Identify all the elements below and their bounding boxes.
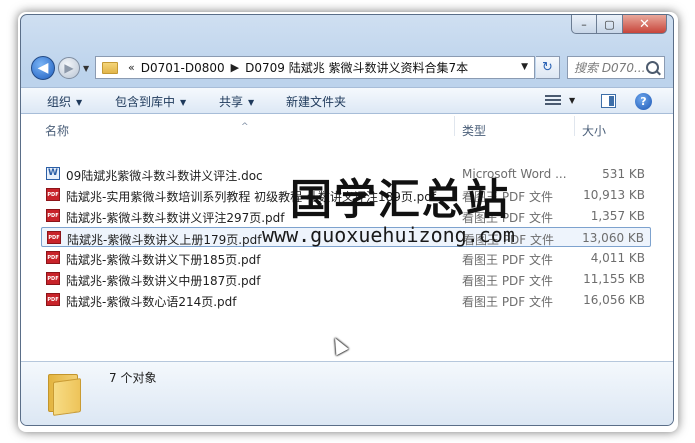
watermark-url: www.guoxuehuizong.com [262,223,515,247]
pdf-icon [46,251,60,264]
caption-buttons: – ▢ ✕ [571,15,667,35]
file-name: 陆斌兆-紫微斗数斗数讲义评注297页.pdf [66,211,285,225]
file-row[interactable]: 陆斌兆-紫微斗数心语214页.pdf 看图王 PDF 文件 16,056 KB [41,290,651,310]
back-arrow-icon: ◀ [37,60,49,76]
chevron-down-icon: ▼ [248,98,255,107]
view-options-dropdown[interactable]: ▼ [569,96,575,105]
file-name: 陆斌兆-紫微斗数心语214页.pdf [66,295,237,309]
forward-button[interactable]: ▶ [58,57,80,79]
column-header-type[interactable]: 类型 [462,122,486,139]
command-bar: 组织 ▼ 包含到库中 ▼ 共享 ▼ 新建文件夹 ▼ ? [21,87,673,114]
sort-ascending-icon: ^ [241,122,249,132]
search-box[interactable] [567,56,665,79]
share-label: 共享 [219,95,244,109]
file-size: 4,011 KB [590,251,645,265]
file-type: 看图王 PDF 文件 [462,253,554,267]
preview-pane-icon[interactable] [601,94,616,108]
breadcrumb-overflow[interactable]: « [128,61,135,74]
change-view-icon[interactable] [545,94,561,107]
close-button[interactable]: ✕ [623,15,667,34]
recent-pages-dropdown[interactable]: ▼ [83,64,89,73]
breadcrumb-separator[interactable]: ▶ [231,61,239,74]
column-header-size[interactable]: 大小 [582,122,606,139]
breadcrumb-segment[interactable]: D0709 陆斌兆 紫微斗数讲义资料合集7本 [245,59,468,76]
file-type: 看图王 PDF 文件 [462,295,554,309]
file-name: 09陆斌兆紫微斗数斗数讲义评注.doc [66,169,263,183]
organize-menu[interactable]: 组织 ▼ [47,93,82,110]
file-name: 陆斌兆-紫微斗数讲义上册179页.pdf [67,233,262,247]
refresh-button[interactable]: ↻ [536,56,560,79]
word-doc-icon [46,167,60,180]
address-bar[interactable]: « D0701-D0800 ▶ D0709 陆斌兆 紫微斗数讲义资料合集7本 ▼ [95,56,535,79]
file-row[interactable]: 陆斌兆-紫微斗数讲义中册187页.pdf 看图王 PDF 文件 11,155 K… [41,269,651,289]
search-input[interactable] [574,60,644,75]
share-menu[interactable]: 共享 ▼ [219,93,254,110]
address-dropdown[interactable]: ▼ [521,62,528,72]
maximize-button[interactable]: ▢ [597,15,623,34]
column-headers: ^ 名称 类型 大小 [21,114,673,138]
column-header-name[interactable]: 名称 [45,122,69,139]
include-in-library-menu[interactable]: 包含到库中 ▼ [115,93,186,110]
breadcrumb-segment[interactable]: D0701-D0800 [141,61,225,75]
organize-label: 组织 [47,95,72,109]
file-size: 531 KB [602,167,645,181]
navigation-bar: ◀ ▶ ▼ « D0701-D0800 ▶ D0709 陆斌兆 紫微斗数讲义资料… [29,54,665,82]
help-icon[interactable]: ? [635,93,652,110]
column-divider[interactable] [454,116,455,136]
column-divider[interactable] [574,116,575,136]
watermark-title: 国学汇总站 [290,175,511,224]
pdf-icon [46,272,60,285]
pdf-icon [46,209,60,222]
folder-icon [48,372,82,416]
minimize-button[interactable]: – [571,15,597,34]
file-size: 1,357 KB [590,209,645,223]
search-icon[interactable] [646,61,659,74]
forward-arrow-icon: ▶ [64,61,74,75]
file-size: 13,060 KB [582,231,644,245]
refresh-icon: ↻ [542,60,553,75]
file-name: 陆斌兆-紫微斗数讲义下册185页.pdf [66,253,261,267]
include-in-library-label: 包含到库中 [115,95,176,109]
new-folder-button[interactable]: 新建文件夹 [286,93,346,110]
file-type: 看图王 PDF 文件 [462,274,554,288]
folder-icon [102,61,118,74]
file-size: 11,155 KB [583,272,645,286]
pdf-icon [46,188,60,201]
pdf-icon [46,293,60,306]
chevron-down-icon: ▼ [180,98,187,107]
details-pane: 7 个对象 [21,361,673,425]
file-name: 陆斌兆-紫微斗数讲义中册187页.pdf [66,274,261,288]
file-size: 10,913 KB [583,188,645,202]
file-row[interactable]: 陆斌兆-紫微斗数讲义下册185页.pdf 看图王 PDF 文件 4,011 KB [41,248,651,268]
item-count: 7 个对象 [109,371,157,385]
pdf-icon [47,231,61,244]
back-button[interactable]: ◀ [31,56,55,80]
file-size: 16,056 KB [583,293,645,307]
chevron-down-icon: ▼ [76,98,83,107]
